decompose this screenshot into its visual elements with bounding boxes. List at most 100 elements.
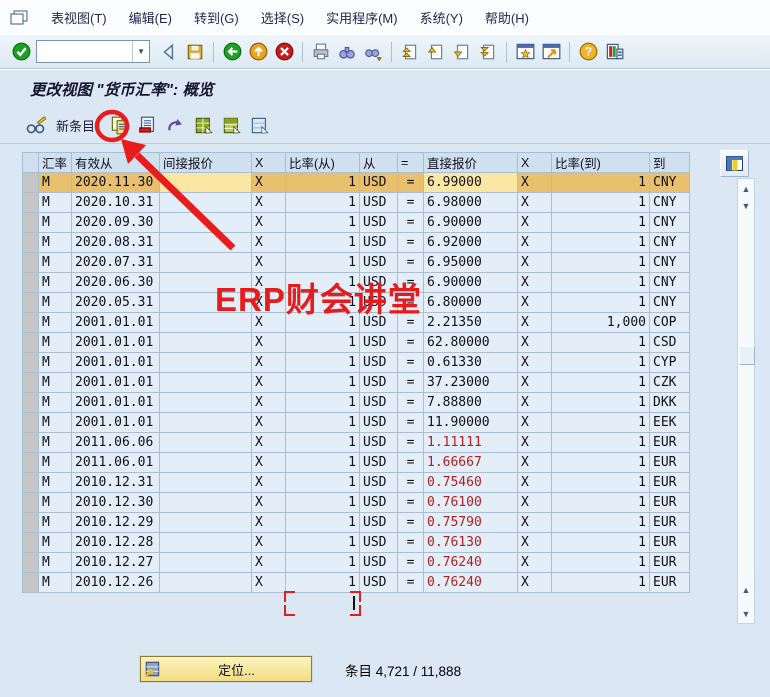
scroll-up-icon[interactable]: ▲ bbox=[738, 583, 754, 597]
row-selector-button[interactable] bbox=[23, 253, 39, 273]
cell-indirect-flag[interactable]: X bbox=[252, 573, 286, 593]
save-icon[interactable] bbox=[183, 40, 207, 64]
new-session-icon[interactable] bbox=[513, 40, 537, 64]
cell-ratio-to[interactable]: 1 bbox=[552, 353, 650, 373]
cell-ratio-to[interactable]: 1 bbox=[552, 573, 650, 593]
row-selector-button[interactable] bbox=[23, 293, 39, 313]
cell-direct-flag[interactable]: X bbox=[518, 573, 552, 593]
cell-indirect-quote[interactable] bbox=[160, 513, 252, 533]
print-icon[interactable] bbox=[309, 40, 333, 64]
select-block-icon[interactable] bbox=[220, 114, 242, 136]
cell-direct-quote[interactable]: 7.88800 bbox=[424, 393, 518, 413]
cell-ratio-to[interactable]: 1 bbox=[552, 533, 650, 553]
cell-ratio-from[interactable]: 1 bbox=[286, 553, 360, 573]
cell-indirect-quote[interactable] bbox=[160, 253, 252, 273]
new-entries-button[interactable]: 新条目 bbox=[56, 116, 95, 135]
cell-ratio-from[interactable]: 1 bbox=[286, 293, 360, 313]
cell-indirect-quote[interactable] bbox=[160, 433, 252, 453]
column-header[interactable]: 从 bbox=[360, 153, 398, 173]
cell-direct-flag[interactable]: X bbox=[518, 393, 552, 413]
cell-direct-quote[interactable]: 62.80000 bbox=[424, 333, 518, 353]
row-selector-button[interactable] bbox=[23, 533, 39, 553]
cell-indirect-flag[interactable]: X bbox=[252, 333, 286, 353]
cell-indirect-flag[interactable]: X bbox=[252, 193, 286, 213]
column-header[interactable]: X bbox=[252, 153, 286, 173]
display-change-toggle-icon[interactable] bbox=[25, 114, 47, 136]
cell-indirect-quote[interactable] bbox=[160, 373, 252, 393]
cell-direct-flag[interactable]: X bbox=[518, 373, 552, 393]
first-page-icon[interactable] bbox=[398, 40, 422, 64]
cell-direct-flag[interactable]: X bbox=[518, 173, 552, 193]
menu-item-5[interactable]: 系统(Y) bbox=[409, 4, 474, 31]
row-selector-button[interactable] bbox=[23, 413, 39, 433]
cell-ratio-from[interactable]: 1 bbox=[286, 453, 360, 473]
cell-ratio-to[interactable]: 1 bbox=[552, 393, 650, 413]
cell-ratio-from[interactable]: 1 bbox=[286, 233, 360, 253]
delete-row-icon[interactable] bbox=[136, 114, 158, 136]
cell-direct-quote[interactable]: 6.80000 bbox=[424, 293, 518, 313]
cell-ratio-from[interactable]: 1 bbox=[286, 573, 360, 593]
cell-ratio-to[interactable]: 1 bbox=[552, 553, 650, 573]
row-selector-button[interactable] bbox=[23, 313, 39, 333]
cell-indirect-quote[interactable] bbox=[160, 453, 252, 473]
cell-ratio-from[interactable]: 1 bbox=[286, 333, 360, 353]
cell-direct-flag[interactable]: X bbox=[518, 453, 552, 473]
cell-indirect-quote[interactable] bbox=[160, 193, 252, 213]
cell-indirect-quote[interactable] bbox=[160, 213, 252, 233]
enter-icon[interactable] bbox=[9, 40, 33, 64]
cell-indirect-flag[interactable]: X bbox=[252, 433, 286, 453]
cell-direct-quote[interactable]: 0.76100 bbox=[424, 493, 518, 513]
vertical-scrollbar[interactable]: ▲ ▼ ▲ ▼ bbox=[737, 178, 755, 624]
cell-indirect-quote[interactable] bbox=[160, 293, 252, 313]
cell-ratio-to[interactable]: 1 bbox=[552, 433, 650, 453]
cell-indirect-quote[interactable] bbox=[160, 313, 252, 333]
cell-ratio-to[interactable]: 1 bbox=[552, 193, 650, 213]
cell-ratio-from[interactable]: 1 bbox=[286, 213, 360, 233]
cell-direct-flag[interactable]: X bbox=[518, 513, 552, 533]
cell-ratio-to[interactable]: 1 bbox=[552, 173, 650, 193]
cell-indirect-flag[interactable]: X bbox=[252, 513, 286, 533]
cell-direct-flag[interactable]: X bbox=[518, 233, 552, 253]
cell-indirect-flag[interactable]: X bbox=[252, 473, 286, 493]
cell-indirect-quote[interactable] bbox=[160, 553, 252, 573]
row-selector-button[interactable] bbox=[23, 453, 39, 473]
cell-direct-quote[interactable]: 0.76240 bbox=[424, 553, 518, 573]
cell-ratio-from[interactable]: 1 bbox=[286, 253, 360, 273]
row-selector-button[interactable] bbox=[23, 353, 39, 373]
column-header[interactable]: 比率(到) bbox=[552, 153, 650, 173]
table-settings-icon[interactable] bbox=[720, 150, 749, 177]
scroll-down-icon[interactable]: ▼ bbox=[738, 607, 754, 621]
cell-ratio-to[interactable]: 1 bbox=[552, 493, 650, 513]
cell-direct-quote[interactable]: 37.23000 bbox=[424, 373, 518, 393]
cell-direct-quote[interactable]: 6.98000 bbox=[424, 193, 518, 213]
cell-ratio-from[interactable]: 1 bbox=[286, 353, 360, 373]
previous-page-icon[interactable] bbox=[424, 40, 448, 64]
cell-ratio-to[interactable]: 1,000 bbox=[552, 313, 650, 333]
row-selector-button[interactable] bbox=[23, 513, 39, 533]
cell-indirect-flag[interactable]: X bbox=[252, 253, 286, 273]
row-selector-button[interactable] bbox=[23, 553, 39, 573]
row-selector-button[interactable] bbox=[23, 493, 39, 513]
cell-direct-quote[interactable]: 1.66667 bbox=[424, 453, 518, 473]
cell-indirect-flag[interactable]: X bbox=[252, 313, 286, 333]
menu-item-2[interactable]: 转到(G) bbox=[183, 4, 250, 31]
cell-ratio-to[interactable]: 1 bbox=[552, 373, 650, 393]
select-all-header[interactable] bbox=[23, 153, 39, 173]
cell-ratio-to[interactable]: 1 bbox=[552, 253, 650, 273]
cell-indirect-flag[interactable]: X bbox=[252, 353, 286, 373]
cell-direct-flag[interactable]: X bbox=[518, 333, 552, 353]
cell-indirect-flag[interactable]: X bbox=[252, 273, 286, 293]
cell-indirect-quote[interactable] bbox=[160, 473, 252, 493]
exit-icon[interactable] bbox=[246, 40, 270, 64]
cell-direct-quote[interactable]: 0.75790 bbox=[424, 513, 518, 533]
row-selector-button[interactable] bbox=[23, 213, 39, 233]
cell-direct-flag[interactable]: X bbox=[518, 413, 552, 433]
row-selector-button[interactable] bbox=[23, 473, 39, 493]
cell-indirect-flag[interactable]: X bbox=[252, 173, 286, 193]
create-shortcut-icon[interactable] bbox=[539, 40, 563, 64]
cell-ratio-to[interactable]: 1 bbox=[552, 333, 650, 353]
menu-item-4[interactable]: 实用程序(M) bbox=[315, 4, 409, 31]
cell-direct-flag[interactable]: X bbox=[518, 213, 552, 233]
cell-indirect-quote[interactable] bbox=[160, 393, 252, 413]
cell-direct-flag[interactable]: X bbox=[518, 473, 552, 493]
